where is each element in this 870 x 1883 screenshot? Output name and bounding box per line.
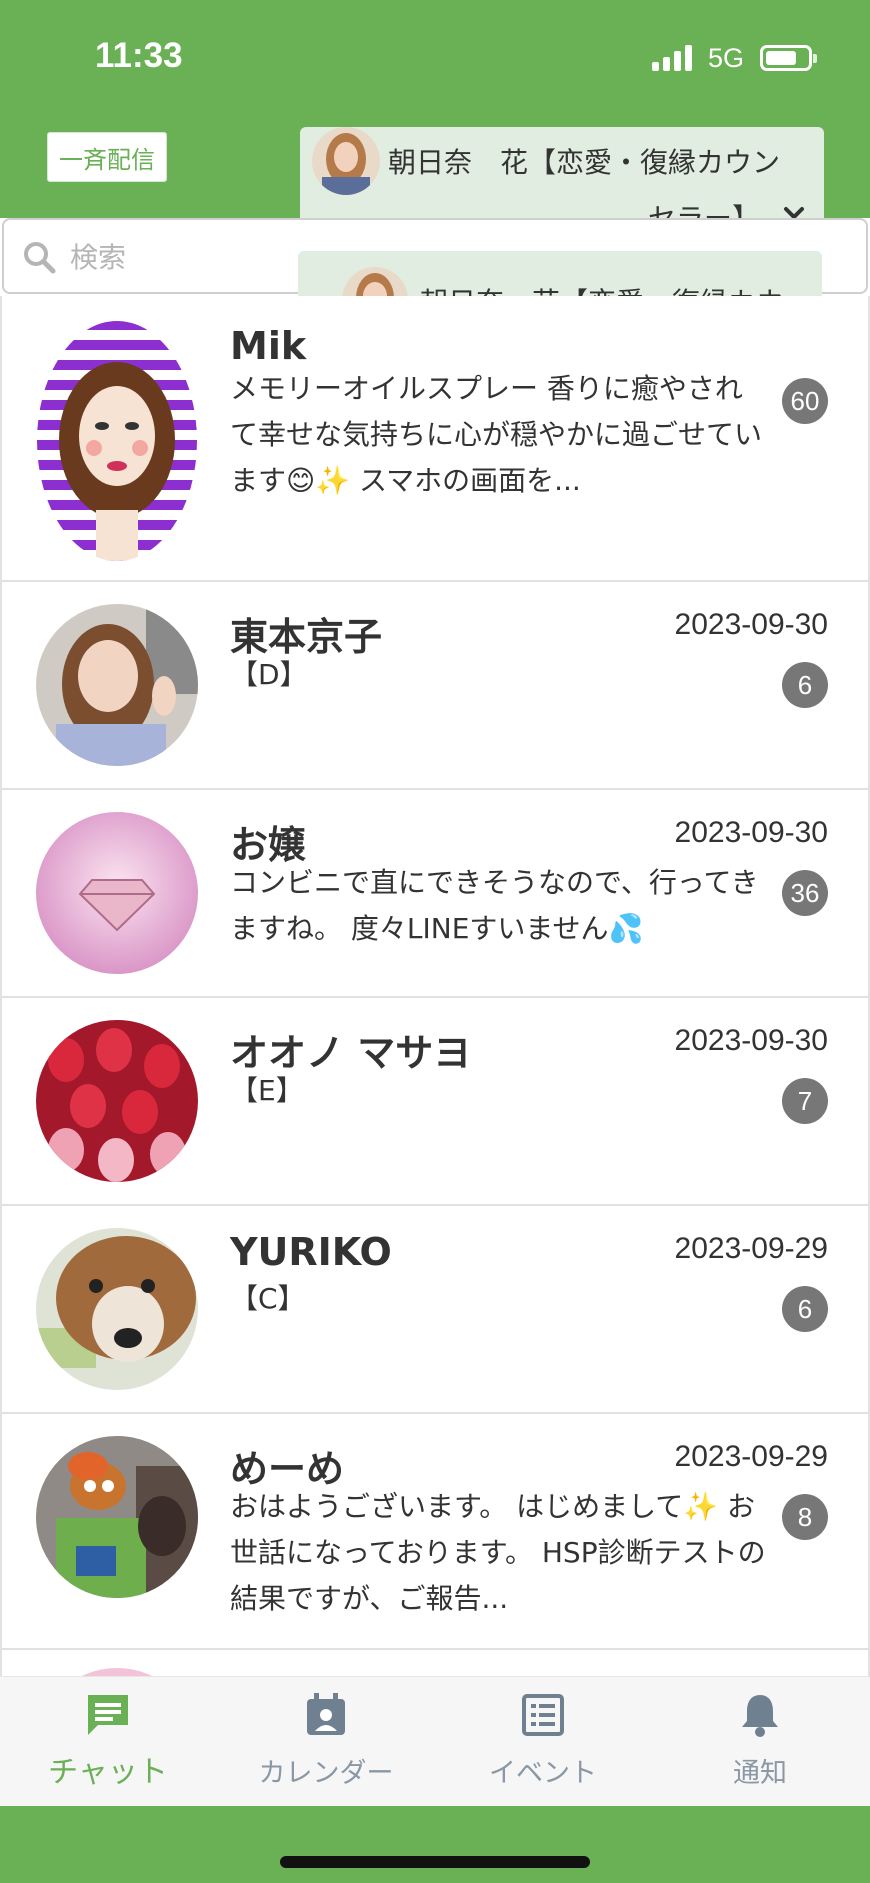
nav-notice[interactable]: 通知 (660, 1691, 860, 1801)
chat-row-higashimoto[interactable]: 東本京子 2023-09-30 【D】 6 (2, 582, 868, 790)
signal-icon (651, 45, 692, 71)
status-icons: 5G (651, 40, 817, 76)
chat-name: Mik (230, 324, 307, 368)
chat-preview: 【E】 (230, 1074, 304, 1107)
chat-icon (88, 1695, 128, 1735)
nav-notice-label: 通知 (733, 1758, 787, 1789)
account-name: 朝日奈 花【恋愛・復縁カウン (388, 146, 781, 179)
search-icon (24, 242, 56, 274)
nav-chat[interactable]: チャット (8, 1691, 208, 1801)
nav-calendar-label: カレンダー (258, 1758, 394, 1789)
chat-row-oono[interactable]: オオノ マサヨ 2023-09-30 【E】 7 (2, 998, 868, 1206)
calendar-icon (307, 1693, 345, 1735)
avatar (36, 812, 198, 974)
unread-badge: 8 (782, 1494, 828, 1540)
chat-preview: おはようございます。 はじめまして✨ お世話になっております。 HSP診断テスト… (230, 1490, 766, 1615)
app-header: 11:33 5G 一斉配信 朝日奈 花【恋愛・復縁カウン セラー】 (0, 0, 870, 237)
search-input[interactable] (70, 234, 290, 280)
chat-date: 2023-09-29 (674, 1440, 828, 1473)
status-time: 11:33 (95, 36, 183, 75)
unread-badge: 7 (782, 1078, 828, 1124)
chat-date: 2023-09-29 (674, 1232, 828, 1265)
avatar (36, 1228, 198, 1390)
chat-name: YURIKO (230, 1230, 392, 1274)
unread-badge: 6 (782, 662, 828, 708)
chat-preview: 【D】 (230, 658, 308, 691)
avatar (36, 1020, 198, 1182)
broadcast-button[interactable]: 一斉配信 (47, 132, 167, 182)
bell-icon (742, 1695, 778, 1737)
unread-badge: 36 (782, 870, 828, 916)
network-type: 5G (707, 42, 744, 73)
account-avatar (312, 127, 380, 195)
avatar (36, 604, 198, 766)
avatar-partial (36, 1668, 198, 1676)
chat-row-yuriko[interactable]: YURIKO 2023-09-29 【C】 6 (2, 1206, 868, 1414)
avatar (36, 1436, 198, 1598)
avatar (36, 320, 198, 562)
unread-badge: 6 (782, 1286, 828, 1332)
event-list-icon (522, 1694, 564, 1736)
nav-calendar[interactable]: カレンダー (226, 1691, 426, 1801)
chat-date: 2023-09-30 (674, 816, 828, 849)
unread-badge: 60 (782, 378, 828, 424)
chat-row-ojou[interactable]: お嬢 2023-09-30 コンビニで直にできそうなので、行ってきますね。 度々… (2, 790, 868, 998)
chat-preview: コンビニで直にできそうなので、行ってきますね。 度々LINEすいません💦 (230, 866, 759, 945)
chat-preview: 【C】 (230, 1282, 306, 1315)
chat-date: 2023-09-30 (674, 1024, 828, 1057)
chat-date: 2023-09-30 (674, 608, 828, 641)
nav-chat-label: チャット (48, 1755, 168, 1790)
nav-event[interactable]: イベント (443, 1691, 643, 1801)
chat-row-mik[interactable]: Mik メモリーオイルスプレー 香りに癒やされて幸せな気持ちに心が穏やかに過ごせ… (2, 296, 868, 582)
nav-event-label: イベント (489, 1758, 597, 1789)
chat-preview: メモリーオイルスプレー 香りに癒やされて幸せな気持ちに心が穏やかに過ごせています… (230, 372, 763, 497)
bottom-nav: チャット カレンダー イベント 通知 (0, 1676, 870, 1806)
home-indicator-area (0, 1806, 870, 1883)
chat-list: Mik メモリーオイルスプレー 香りに癒やされて幸せな気持ちに心が穏やかに過ごせ… (0, 296, 870, 1676)
chat-row-meme[interactable]: めーめ 2023-09-29 おはようございます。 はじめまして✨ お世話になっ… (2, 1414, 868, 1650)
home-indicator[interactable] (280, 1856, 590, 1868)
battery-icon (760, 45, 817, 71)
